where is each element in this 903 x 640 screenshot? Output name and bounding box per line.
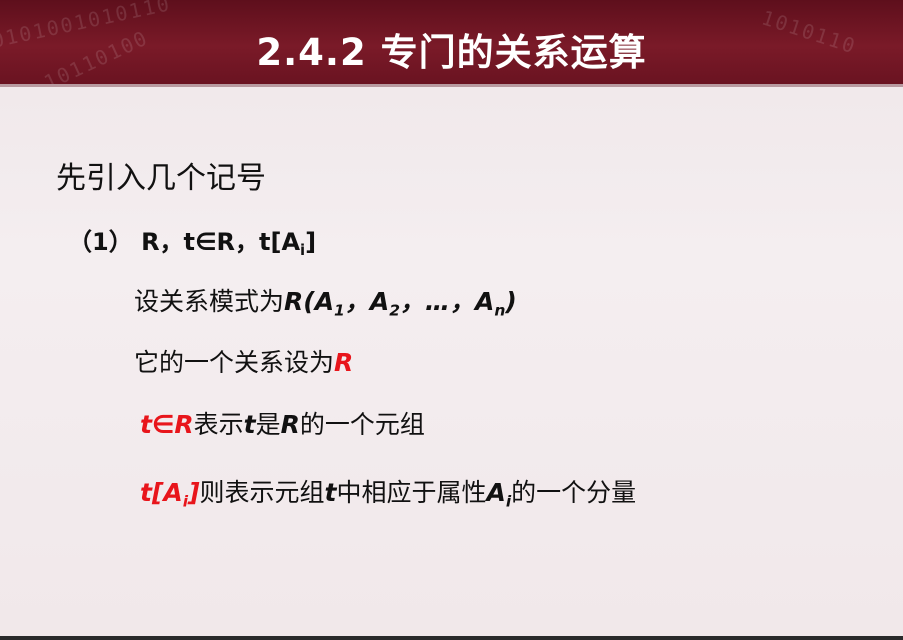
relation-line: 它的一个关系设为R — [134, 343, 353, 379]
intro-text: 先引入几个记号 — [56, 161, 266, 196]
item-number: （1） — [68, 228, 133, 256]
item-R: R — [141, 228, 160, 256]
slide: 0101001010110 1010110 10110100 2.4.2 专门的… — [0, 0, 903, 640]
t-in-R-notation: t∈R — [140, 410, 194, 439]
item-tA: t[A — [259, 228, 301, 256]
component-line: t[Ai]则表示元组t中相应于属性Ai的一个分量 — [140, 478, 637, 511]
item-R: R — [216, 228, 236, 256]
title-divider — [0, 84, 903, 87]
element-of-symbol: ∈ — [195, 228, 217, 256]
tAi-notation: t[Ai] — [140, 478, 200, 511]
relation-schema-line: 设关系模式为R(A1，A2，…，An) — [134, 282, 517, 318]
item-close: ] — [305, 228, 317, 256]
item-t: t — [183, 228, 196, 256]
tuple-line: t∈R表示t是R的一个元组 — [140, 410, 425, 439]
schema-expression: R(A1，A2，…，An) — [284, 287, 517, 320]
bottom-border — [0, 636, 903, 640]
title-bar: 0101001010110 1010110 10110100 2.4.2 专门的… — [0, 0, 903, 84]
relation-symbol: R — [334, 348, 354, 377]
notation-item-1: （1） R，t∈R，t[Ai] — [68, 222, 317, 258]
slide-title: 2.4.2 专门的关系运算 — [256, 31, 647, 74]
item-comma: ， — [159, 228, 184, 256]
line-prefix: 设关系模式为 — [134, 287, 285, 316]
item-comma: ， — [235, 228, 260, 256]
line-prefix: 它的一个关系设为 — [134, 348, 335, 377]
